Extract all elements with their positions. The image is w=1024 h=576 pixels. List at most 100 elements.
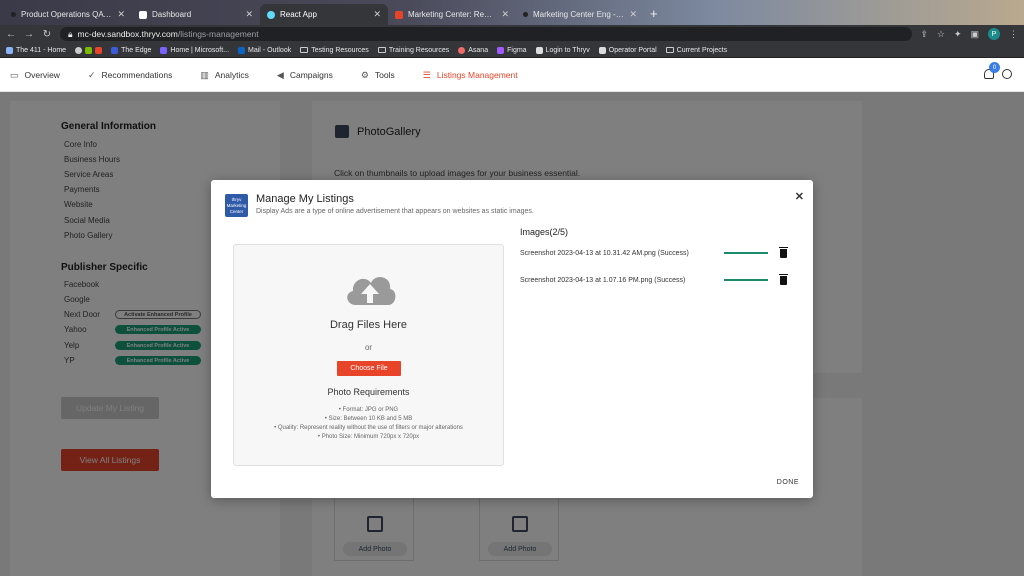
requirement-item: • Photo Size: Minimum 720px x 720px [317,434,420,440]
asana-icon [458,46,466,54]
tab-title: Dashboard [152,10,192,19]
globe-icon [75,46,83,54]
bookmarks-bar: The 411 - Home The Edge Home | Microsoft… [0,43,1024,58]
new-tab-button[interactable]: + [644,4,664,25]
trash-icon[interactable] [779,246,788,258]
tab-favicon-icon [139,10,147,19]
close-icon[interactable]: ✕ [117,9,125,20]
list-icon: ☰ [422,69,431,80]
close-icon[interactable]: ✕ [373,9,381,20]
url-path: /listings-management [177,29,259,39]
nav-campaigns[interactable]: ◀ Campaigns [277,70,333,81]
uploaded-file-row: Screenshot 2023-04-13 at 1.07.16 PM.png … [520,273,800,286]
extensions-icon[interactable]: ✦ [954,29,962,40]
nav-label: Recommendations [101,70,173,80]
folder-icon [377,47,386,53]
gear-icon: ⚙ [360,69,369,80]
bookmark-label: Asana [468,46,489,54]
nav-label: Listings Management [436,70,518,80]
bookmark-item[interactable] [75,46,103,54]
bookmark-item[interactable]: Home | Microsoft... [160,46,230,54]
browser-tab[interactable]: Dashboard ✕ [132,4,260,25]
bookmark-folder[interactable]: Training Resources [377,47,449,54]
react-favicon-icon [267,10,275,19]
requirement-item: • Format: JPG or PNG [338,407,399,413]
bookmark-label: The 411 - Home [16,46,67,54]
bar-chart-icon: ▥ [200,69,209,80]
nav-label: Overview [24,70,60,80]
figma-icon [497,46,505,54]
thumbs-up-icon: ✓ [87,69,96,80]
forward-icon[interactable]: → [24,29,34,40]
file-drop-zone[interactable]: Drag Files Here or Choose File Photo Req… [233,244,504,466]
drag-files-label: Drag Files Here [329,319,408,331]
url-input[interactable]: 🔒︎ mc-dev.sandbox.thryv.com/listings-man… [60,27,913,41]
browser-tab-bar: Product Operations QA Team ✕ Dashboard ✕ R… [0,0,1024,25]
folder-icon [665,47,674,53]
bookmark-folder[interactable]: Testing Resources [300,47,369,54]
bookmark-label: The Edge [121,46,152,54]
star-icon[interactable]: ☆ [937,29,945,40]
close-icon[interactable]: ✕ [795,190,804,203]
bookmark-icon [85,46,93,54]
bookmark-folder[interactable]: Current Projects [665,47,727,54]
nav-label: Campaigns [289,70,333,80]
bookmark-label: Home | Microsoft... [170,46,230,54]
tab-title: React App [280,10,317,19]
uploaded-file-row: Screenshot 2023-04-13 at 10.31.42 AM.png… [520,246,800,259]
nav-overview[interactable]: ▭ Overview [10,70,60,81]
nav-recommendations[interactable]: ✓ Recommendations [88,70,172,81]
close-icon[interactable]: ✕ [245,9,253,20]
thryv-logo: thryv Marketing Center [225,194,248,217]
browser-tab[interactable]: Marketing Center: Report An Issue ✕ [388,4,516,25]
bookmark-label: Login to Thryv [545,46,590,54]
bookmark-item[interactable]: Login to Thryv [535,46,590,54]
modal-title: Manage My Listings [256,193,354,205]
close-icon[interactable]: ✕ [501,9,509,20]
choose-file-button[interactable]: Choose File [337,361,401,376]
clock-icon[interactable] [1002,69,1012,79]
reload-icon[interactable]: ↻ [42,29,52,40]
nav-listings-management[interactable]: ☰ Listings Management [423,70,518,81]
bookmark-label: Testing Resources [311,46,369,54]
outlook-icon [238,46,246,54]
requirement-item: • Quality: Represent reality without the… [274,425,463,431]
modal-subtitle: Display Ads are a type of online adverti… [256,208,534,215]
file-name: Screenshot 2023-04-13 at 10.31.42 AM.png… [520,249,689,257]
sidepanel-icon[interactable]: ▣ [970,29,979,40]
manage-listings-modal: thryv Marketing Center Manage My Listing… [211,180,813,498]
address-bar: ← → ↻ 🔒︎ mc-dev.sandbox.thryv.com/listin… [0,25,1024,43]
tab-indicator-icon [523,12,528,17]
profile-avatar[interactable]: P [988,28,1000,40]
bookmark-icon [111,46,119,54]
browser-tab[interactable]: Product Operations QA Team ✕ [4,4,132,25]
browser-tab-active[interactable]: React App ✕ [260,4,388,25]
bookmark-item[interactable]: Operator Portal [598,46,657,54]
url-host: mc-dev.sandbox.thryv.com [77,29,178,39]
tab-indicator-icon [11,12,16,17]
bell-icon[interactable]: 0 [984,62,1000,79]
share-icon[interactable]: ⇪ [920,29,928,40]
close-icon[interactable]: ✕ [629,9,637,20]
photo-requirements-title: Photo Requirements [327,387,410,397]
folder-icon [300,47,309,53]
bookmark-item[interactable]: The 411 - Home [6,46,67,54]
bookmark-item[interactable]: Asana [458,46,489,54]
tab-title: Marketing Center Eng - Asana [533,10,624,19]
back-icon[interactable]: ← [6,29,16,40]
bookmark-item[interactable]: Figma [497,46,527,54]
or-label: or [364,343,373,352]
done-button[interactable]: DONE [777,479,799,486]
nav-label: Tools [374,70,395,80]
nav-analytics[interactable]: ▥ Analytics [200,70,249,81]
bookmark-item[interactable]: Mail - Outlook [238,46,291,54]
tab-title: Marketing Center: Report An Issue [408,10,497,19]
menu-icon[interactable]: ⋮ [1009,29,1018,40]
bookmark-icon [95,46,103,54]
bookmark-item[interactable]: The Edge [111,46,152,54]
browser-tab[interactable]: Marketing Center Eng - Asana ✕ [516,4,644,25]
trash-icon[interactable] [779,273,788,285]
requirement-item: • Size: Between 10 KB and 5 MB [324,416,413,422]
nav-tools[interactable]: ⚙ Tools [361,70,395,81]
tab-favicon-icon [395,10,403,19]
